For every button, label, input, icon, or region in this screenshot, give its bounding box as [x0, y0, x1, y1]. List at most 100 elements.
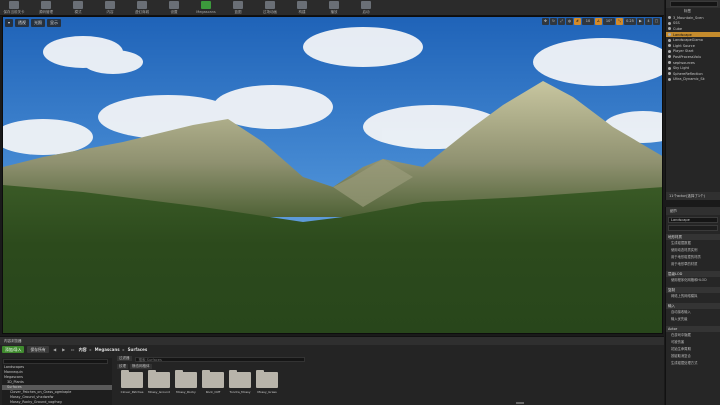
blueprints-button[interactable]: 蓝图 [226, 0, 250, 15]
scale-icon[interactable]: ⤢ [558, 18, 565, 25]
forward-icon[interactable]: ▶ [61, 347, 67, 353]
visibility-eye-icon[interactable] [668, 55, 671, 59]
marketplace-button[interactable]: 虚幻商城 [130, 0, 154, 15]
details-property[interactable]: 初始生命周期 [666, 346, 720, 353]
play-button[interactable]: 播放 [322, 0, 346, 15]
breadcrumb-separator: ▸ [122, 347, 125, 352]
visibility-eye-icon[interactable] [668, 66, 671, 70]
breadcrumb-megascans[interactable]: Megascans [95, 347, 120, 352]
filter-chip[interactable]: 静态网格体 [130, 364, 152, 369]
cinematics-button[interactable]: 过场动画 [258, 0, 282, 15]
cinematics-icon [265, 1, 275, 9]
visibility-eye-icon[interactable] [668, 27, 671, 31]
toolbar-button-label: 蓝图 [234, 10, 242, 14]
details-property[interactable]: 在游戏中隐藏 [666, 332, 720, 339]
megascans-button[interactable]: Megascans [194, 0, 218, 14]
folder-search-input[interactable] [3, 359, 108, 364]
visibility-eye-icon[interactable] [668, 33, 671, 37]
settings-button[interactable]: 设置 [162, 0, 186, 15]
lit-button[interactable]: 光照 [31, 19, 46, 27]
perspective-button[interactable]: 透视 [15, 19, 30, 27]
camera-speed-icon[interactable]: ▶ [637, 18, 644, 25]
asset-folder[interactable]: Rock_Cliff [202, 370, 224, 394]
viewport-scene[interactable] [3, 17, 663, 334]
asset-folder[interactable]: Tundra_Mossy [229, 370, 251, 394]
outliner-row-label: Cube [673, 26, 683, 31]
outliner-search-input[interactable] [670, 1, 718, 7]
add-import-button[interactable]: 添加/导入 [2, 346, 25, 353]
visibility-eye-icon[interactable] [668, 61, 671, 65]
actor-name-field[interactable]: Landscape [668, 217, 718, 223]
visibility-eye-icon[interactable] [668, 44, 671, 48]
details-property[interactable]: 自动接收输入 [666, 309, 720, 316]
asset-search-input[interactable]: 搜索 Surfaces [134, 357, 305, 362]
content-scrollbar[interactable] [516, 402, 524, 404]
save-all-button[interactable]: 保存所有 [27, 346, 49, 353]
visibility-eye-icon[interactable] [668, 72, 671, 76]
grid-snap-icon[interactable]: # [574, 18, 581, 25]
breadcrumb-surfaces[interactable]: Surfaces [128, 347, 148, 352]
folder-tree-item[interactable]: Mossy_Rocky_Ground_vogfnzg [2, 400, 112, 405]
details-property[interactable]: 生成碰撞数据 [666, 240, 720, 247]
folder-icon [148, 370, 170, 388]
back-icon[interactable]: ◀ [52, 347, 58, 353]
asset-folder-label: Clover_Patches [120, 390, 144, 394]
details-property[interactable]: 使用程序化网格和HLOD [666, 277, 720, 284]
details-property[interactable]: 按键取消复合 [666, 353, 720, 360]
details-property[interactable]: 用于地形草的材质 [666, 261, 720, 268]
details-property[interactable]: 输入优先级 [666, 316, 720, 323]
details-property[interactable]: 可被伤害 [666, 339, 720, 346]
visibility-eye-icon[interactable] [668, 21, 671, 25]
launch-icon [361, 1, 371, 9]
rotation-snap-value[interactable]: 10° [603, 18, 615, 25]
details-search-input[interactable] [668, 225, 718, 231]
outliner-row-label: Landscape [673, 32, 692, 37]
asset-folder[interactable]: Mossy_Grass [256, 370, 278, 394]
build-button[interactable]: 构建 [290, 0, 314, 15]
content-button[interactable]: 内容 [98, 0, 122, 15]
rotate-icon[interactable]: ↻ [550, 18, 557, 25]
details-property[interactable]: 使用动态材质实例 [666, 247, 720, 254]
asset-folder[interactable]: Clover_Patches [120, 370, 144, 394]
folder-icon [202, 370, 224, 388]
save-button[interactable]: 保存当前关卡 [2, 0, 26, 15]
settings-icon [169, 1, 179, 9]
content-browser-tab[interactable]: 内容浏览器 [0, 337, 664, 345]
details-tab[interactable]: 细节 [666, 207, 720, 215]
modes-button[interactable]: 模式 [66, 0, 90, 15]
translate-icon[interactable]: ✥ [542, 18, 549, 25]
scale-snap-value[interactable]: 0.25 [624, 18, 636, 25]
scale-snap-icon[interactable]: ⤡ [616, 18, 623, 25]
launch-button[interactable]: 启动 [354, 0, 378, 15]
visibility-eye-icon[interactable] [668, 77, 671, 81]
play-icon [329, 1, 339, 9]
outliner-header [666, 0, 720, 8]
world-local-icon[interactable]: ◍ [566, 18, 573, 25]
show-button[interactable]: 显示 [47, 19, 62, 27]
outliner-status: 11个actor(选择了1个) [666, 192, 720, 200]
asset-folder[interactable]: Mossy_Rocky [175, 370, 197, 394]
visibility-eye-icon[interactable] [668, 16, 671, 20]
level-viewport[interactable]: ▾ 透视 光照 显示 ✥ ↻ ⤢ ◍ # 10 ∠ 10° ⤡ 0.25 ▶ 4… [2, 16, 663, 334]
grid-snap-value[interactable]: 10 [582, 18, 594, 25]
details-property[interactable]: 网络上的网络模拟 [666, 293, 720, 300]
details-property[interactable]: 生成碰撞处理方式 [666, 360, 720, 367]
breadcrumb-content[interactable]: 内容 [79, 347, 87, 353]
source-control-button[interactable]: 源码管理 [34, 0, 58, 15]
details-property[interactable]: 用于地形碰撞的材质 [666, 254, 720, 261]
filter-chip[interactable]: 纹理 [117, 364, 128, 369]
visibility-eye-icon[interactable] [668, 38, 671, 42]
filters-button[interactable]: 过滤器 [117, 356, 132, 361]
asset-folder-label: Rock_Cliff [205, 390, 221, 394]
asset-folder-label: Tundra_Mossy [229, 390, 251, 394]
asset-folder[interactable]: Mossy_Ground [148, 370, 170, 394]
asset-folder-label: Mossy_Rocky [176, 390, 196, 394]
rotation-snap-icon[interactable]: ∠ [595, 18, 602, 25]
viewport-menu-button[interactable]: ▾ [5, 19, 14, 27]
visibility-eye-icon[interactable] [668, 49, 671, 53]
outliner-row[interactable]: Ultra_Dynamic_Sk [666, 77, 720, 83]
outliner-column-label: 标签 [684, 9, 691, 13]
camera-speed-value[interactable]: 4 [645, 18, 652, 25]
maximize-icon[interactable]: □ [653, 18, 660, 25]
outliner-row-label: PostProcessVolu [673, 54, 702, 59]
